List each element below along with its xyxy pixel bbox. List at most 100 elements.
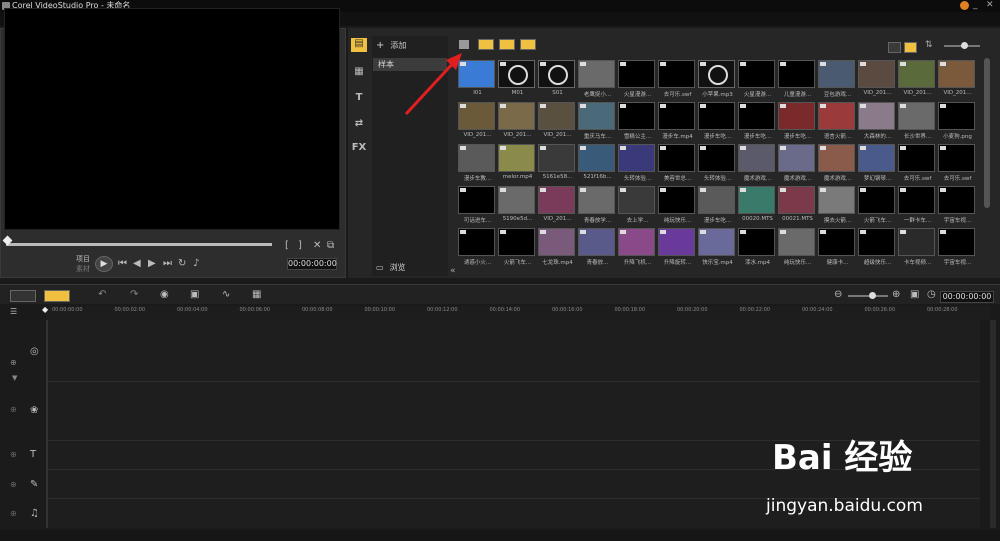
storyboard-view-button[interactable] bbox=[10, 290, 36, 302]
media-thumbnail[interactable]: 青春放... bbox=[578, 228, 615, 266]
media-thumbnail[interactable]: 5161e58... bbox=[538, 144, 575, 180]
media-thumbnail[interactable]: 纯玩快乐... bbox=[778, 228, 815, 266]
title-track-icon[interactable]: T bbox=[30, 449, 36, 460]
track-list-icon[interactable]: ☰ bbox=[10, 307, 17, 316]
track-mute-icon[interactable]: ⊕ bbox=[10, 509, 17, 518]
media-thumbnail[interactable]: 小麦狗.png bbox=[938, 102, 975, 140]
media-thumbnail[interactable]: 漫步车.mp4 bbox=[658, 102, 695, 140]
go-end-icon[interactable]: ⏭ bbox=[163, 258, 172, 269]
media-thumbnail[interactable]: 豆包游戏... bbox=[818, 60, 855, 98]
collapse-icon[interactable]: « bbox=[450, 266, 456, 276]
media-thumbnail[interactable]: 魔术游戏... bbox=[738, 144, 775, 182]
media-thumbnail[interactable]: 魔术游戏... bbox=[778, 144, 815, 182]
mark-in-icon[interactable]: [ bbox=[285, 240, 289, 251]
media-thumbnail[interactable]: M01 bbox=[498, 60, 535, 96]
media-thumbnail[interactable]: 火箭飞车... bbox=[498, 228, 535, 266]
mark-out-icon[interactable]: ] bbox=[298, 240, 302, 251]
media-thumbnail[interactable]: VID_201... bbox=[898, 60, 935, 96]
transition-icon[interactable]: ⇄ bbox=[351, 118, 367, 132]
media-thumbnail[interactable]: 雪糕公主... bbox=[618, 102, 655, 140]
timeline-view-button[interactable] bbox=[44, 290, 70, 302]
music-track-icon[interactable]: ♫ bbox=[30, 508, 39, 519]
media-thumbnail[interactable]: VID_201... bbox=[938, 60, 975, 96]
media-thumbnail[interactable]: 漆水.mp4 bbox=[738, 228, 775, 266]
media-thumbnail[interactable]: 去可乐.swf bbox=[898, 144, 935, 182]
track-mute-icon[interactable]: ⊕ bbox=[10, 405, 17, 414]
media-thumbnail[interactable]: 快乐宝.mp4 bbox=[698, 228, 735, 266]
media-thumbnail[interactable]: 重庆马车... bbox=[578, 102, 615, 140]
show-audio-button[interactable] bbox=[520, 39, 536, 50]
go-start-icon[interactable]: ⏮ bbox=[118, 258, 127, 269]
media-thumbnail[interactable]: 美容世总... bbox=[658, 144, 695, 182]
media-thumbnail[interactable]: 头转体验... bbox=[698, 144, 735, 182]
mixer-icon[interactable]: ▣ bbox=[190, 289, 199, 300]
media-thumbnail[interactable]: 00021.MTS bbox=[778, 186, 815, 222]
media-thumbnail[interactable]: 魔术游戏... bbox=[818, 144, 855, 182]
title-icon[interactable]: T bbox=[351, 92, 367, 106]
repeat-icon[interactable]: ↻ bbox=[178, 258, 186, 269]
media-thumbnail[interactable]: 摸去火箭... bbox=[818, 186, 855, 224]
list-view-button[interactable] bbox=[888, 42, 901, 53]
undo-icon[interactable]: ↶ bbox=[98, 289, 106, 300]
media-thumbnail[interactable]: 火星漫游... bbox=[738, 60, 775, 98]
next-frame-icon[interactable]: ▶ bbox=[148, 258, 156, 269]
help-icon[interactable] bbox=[960, 1, 969, 10]
media-thumbnail[interactable]: 去可乐.swf bbox=[658, 60, 695, 98]
clip-mode-label[interactable]: 素材 bbox=[76, 264, 90, 274]
media-thumbnail[interactable]: 宇宙车视... bbox=[938, 186, 975, 224]
media-thumbnail[interactable]: 青春放学... bbox=[578, 186, 615, 224]
media-thumbnail[interactable]: 长沙世界... bbox=[898, 102, 935, 140]
timeline-hscrollbar[interactable] bbox=[0, 530, 1000, 541]
close-icon[interactable]: ✕ bbox=[986, 0, 994, 10]
media-thumbnail[interactable]: 卡车视频... bbox=[898, 228, 935, 266]
media-thumbnail[interactable]: 漫步车吃... bbox=[738, 102, 775, 140]
media-thumbnail[interactable]: 去上学... bbox=[618, 186, 655, 224]
preview-timecode[interactable]: 00:00:00:00 bbox=[287, 258, 337, 270]
audio-wave-icon[interactable]: ∿ bbox=[222, 289, 230, 300]
media-thumbnail[interactable]: 超级快乐... bbox=[858, 228, 895, 266]
media-thumbnail[interactable]: 5190e5d... bbox=[498, 186, 535, 222]
media-thumbnail[interactable]: 健康卡... bbox=[818, 228, 855, 266]
media-thumbnail[interactable]: 梦幻钢琴... bbox=[858, 144, 895, 182]
show-video-button[interactable] bbox=[478, 39, 494, 50]
track-expand-icon[interactable]: ▼ bbox=[12, 374, 17, 382]
media-thumbnail[interactable]: 头转体验... bbox=[618, 144, 655, 182]
media-thumbnail[interactable]: 宇宙车视... bbox=[938, 228, 975, 266]
media-thumbnail[interactable]: 纯玩快乐... bbox=[658, 186, 695, 224]
media-thumbnail[interactable]: VID_201... bbox=[498, 102, 535, 138]
media-thumbnail[interactable]: 00020.MTS bbox=[738, 186, 775, 222]
enlarge-icon[interactable]: ⧉ bbox=[327, 240, 334, 251]
media-thumbnail[interactable]: 漫步车吃... bbox=[698, 102, 735, 140]
folder-icon[interactable] bbox=[459, 40, 469, 49]
timeline-scrollbar[interactable] bbox=[990, 320, 996, 528]
media-thumbnail[interactable]: 小苹果.mp3 bbox=[698, 60, 735, 98]
thumb-size-handle[interactable] bbox=[961, 42, 968, 49]
media-thumbnail[interactable]: 升降飞机... bbox=[618, 228, 655, 266]
media-thumbnail[interactable]: 521f16b... bbox=[578, 144, 615, 180]
fit-project-icon[interactable]: ▣ bbox=[910, 289, 919, 300]
media-thumbnail[interactable]: 可话进车... bbox=[458, 186, 495, 224]
media-thumbnail[interactable]: 升降旋转... bbox=[658, 228, 695, 266]
sort-icon[interactable]: ⇅ bbox=[925, 40, 933, 50]
instant-project-icon[interactable]: ▦ bbox=[351, 66, 367, 80]
record-capture-icon[interactable]: ◉ bbox=[160, 289, 169, 300]
media-thumbnail[interactable]: VID_201... bbox=[858, 60, 895, 96]
media-thumbnail[interactable]: S01 bbox=[538, 60, 575, 96]
media-thumbnail[interactable]: 一群卡车... bbox=[898, 186, 935, 224]
media-thumbnail[interactable]: VID_201... bbox=[538, 102, 575, 138]
fx-icon[interactable]: FX bbox=[351, 142, 367, 156]
playhead-marker[interactable]: ◆ bbox=[42, 305, 48, 314]
media-thumbnail[interactable]: 老鹰捉小... bbox=[578, 60, 615, 98]
media-thumbnail[interactable]: 火星漫游... bbox=[618, 60, 655, 98]
redo-icon[interactable]: ↷ bbox=[130, 289, 138, 300]
scrub-bar[interactable] bbox=[6, 243, 272, 246]
media-icon[interactable]: ▤ bbox=[351, 38, 367, 52]
media-thumbnail[interactable]: 儿童漫游... bbox=[778, 60, 815, 98]
media-thumbnail[interactable]: 去可乐.swf bbox=[938, 144, 975, 182]
media-thumbnail[interactable]: melor.mp4 bbox=[498, 144, 535, 180]
media-thumbnail[interactable]: 漫步车吃... bbox=[778, 102, 815, 140]
zoom-handle[interactable] bbox=[869, 292, 876, 299]
volume-icon[interactable]: ♪ bbox=[193, 258, 199, 269]
media-thumbnail[interactable]: 漫步车教... bbox=[458, 144, 495, 182]
zoom-slider[interactable] bbox=[848, 295, 888, 297]
